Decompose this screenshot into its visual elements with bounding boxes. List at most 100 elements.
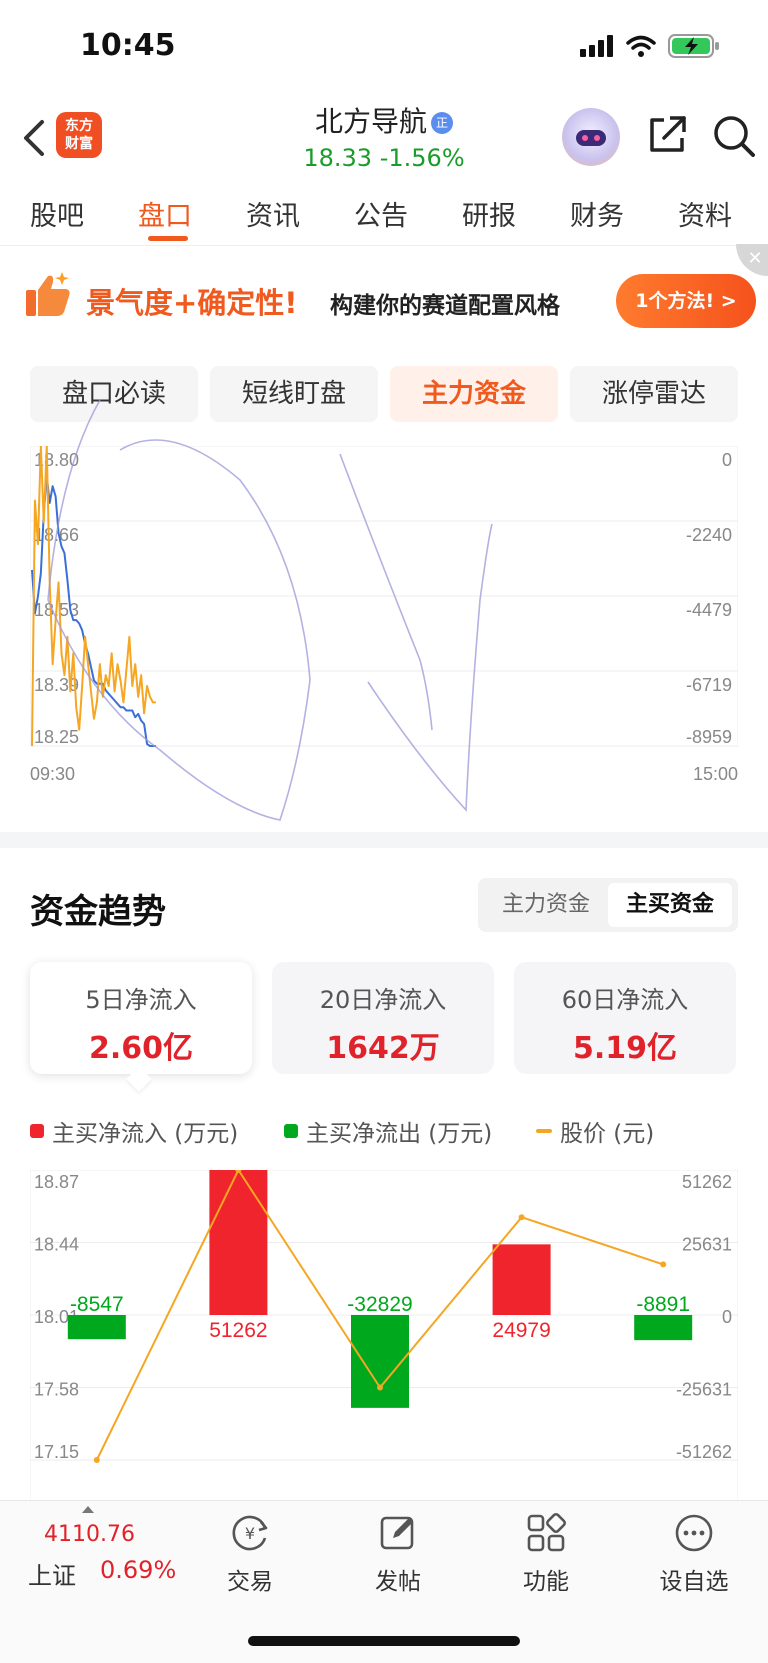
outflow-bar (67, 1315, 126, 1340)
y-right-tick-label: 0 (722, 1307, 732, 1327)
y-right-tick-label: -6719 (686, 675, 732, 695)
tab-news[interactable]: 资讯 (246, 194, 300, 233)
chart-legend: 主买净流入 (万元) 主买净流出 (万元) 股价 (元) (30, 1114, 738, 1148)
x-tick-label: 09:30 (30, 764, 75, 784)
svg-text:¥: ¥ (245, 1524, 255, 1543)
y-left-tick-label: 18.66 (34, 525, 79, 545)
index-name[interactable]: 上证 (28, 1556, 76, 1591)
verified-badge-icon: 正 (431, 112, 453, 134)
bottom-post-label: 发帖 (375, 1569, 421, 1595)
y-left-tick-label: 18.87 (34, 1172, 79, 1192)
status-bar: 10:45 (0, 0, 768, 100)
intraday-fund-flow-chart[interactable]: 18.80 018.66 -224018.53 -447918.39 -671918.2… (30, 446, 738, 806)
tab-announcements[interactable]: 公告 (354, 194, 408, 233)
fund-trend-title: 资金趋势 (30, 892, 166, 932)
bottom-function-label: 功能 (523, 1569, 569, 1595)
stock-change: -1.56% (379, 144, 465, 172)
battery-charging-icon (668, 34, 719, 58)
chevron-up-icon[interactable] (82, 1506, 94, 1513)
stock-price: 18.33 (303, 144, 373, 172)
index-change[interactable]: 0.69% (100, 1556, 176, 1584)
legend-outflow: 主买净流出 (万元) (284, 1114, 492, 1148)
y-left-tick-label: 18.44 (34, 1235, 79, 1255)
bottom-trade-label: 交易 (227, 1569, 273, 1595)
stock-tabs: 股吧 盘口 资讯 公告 研报 财务 资料 (0, 180, 768, 246)
card-label: 20日净流入 (319, 986, 447, 1014)
index-value[interactable]: 4110.76 (44, 1522, 135, 1547)
card-value: 5.19亿 (572, 1031, 678, 1066)
seg-short-term[interactable]: 短线盯盘 (210, 366, 378, 422)
robot-icon (576, 130, 606, 146)
fund-type-toggle: 主力资金 主买资金 (478, 878, 738, 932)
y-left-tick-label: 17.15 (34, 1442, 79, 1462)
signal-icon (580, 35, 613, 57)
seg-limit-up-radar[interactable]: 涨停雷达 (570, 366, 738, 422)
bottom-watchlist-label: 设自选 (659, 1569, 729, 1595)
bar-value-label: 51262 (209, 1319, 267, 1342)
more-circle-icon (675, 1514, 713, 1552)
x-tick-label: 15:00 (693, 764, 738, 784)
tab-research[interactable]: 研报 (462, 194, 516, 233)
y-right-tick-label: -51262 (676, 1442, 732, 1462)
bottom-function-button[interactable]: 功能 (496, 1512, 596, 1596)
banner-title: 景气度+确定性! (86, 286, 298, 320)
legend-price: 股价 (元) (536, 1114, 654, 1148)
fund-trend-chart[interactable]: 18.87 5126218.44 2563118.01 017.58 -2563117.… (30, 1170, 738, 1500)
card-5day[interactable]: 5日净流入 2.60亿 (30, 962, 252, 1074)
price-point (660, 1261, 667, 1268)
tab-profile[interactable]: 资料 (678, 194, 732, 233)
y-right-tick-label: 0 (722, 450, 732, 470)
card-value: 2.60亿 (88, 1031, 194, 1066)
tab-pankou[interactable]: 盘口 (138, 194, 192, 233)
inflow-bar (209, 1170, 268, 1315)
wifi-icon (626, 35, 656, 57)
card-label: 5日净流入 (85, 986, 197, 1014)
status-icons (580, 34, 720, 58)
y-right-tick-label: -4479 (686, 600, 732, 620)
y-right-tick-label: 25631 (682, 1235, 732, 1255)
banner-cta-button[interactable]: 1个方法! > (616, 274, 756, 328)
toggle-main-buy-funds[interactable]: 主买资金 (608, 883, 732, 927)
bar-value-label: -32829 (347, 1293, 412, 1316)
y-right-tick-label: -25631 (676, 1380, 732, 1400)
home-indicator (248, 1636, 520, 1646)
bar-value-label: -8547 (70, 1293, 124, 1316)
status-time: 10:45 (80, 28, 176, 63)
active-tab-indicator (148, 236, 188, 241)
section-divider (0, 832, 768, 848)
card-20day[interactable]: 20日净流入 1642万 (272, 962, 494, 1074)
seg-must-read[interactable]: 盘口必读 (30, 366, 198, 422)
y-right-tick-label: -2240 (686, 525, 732, 545)
price-point (93, 1457, 100, 1463)
y-right-tick-label: -8959 (686, 727, 732, 747)
bottom-watchlist-button[interactable]: 设自选 (644, 1512, 744, 1596)
card-60day[interactable]: 60日净流入 5.19亿 (514, 962, 736, 1074)
tab-guba[interactable]: 股吧 (30, 194, 84, 233)
legend-inflow: 主买净流入 (万元) (30, 1114, 238, 1148)
outflow-bar (351, 1315, 409, 1408)
edit-icon (380, 1516, 414, 1550)
price-point (518, 1214, 525, 1221)
tab-finance[interactable]: 财务 (570, 194, 624, 233)
card-value: 1642万 (326, 1031, 440, 1066)
y-right-tick-label: 51262 (682, 1172, 732, 1192)
grid-icon (527, 1513, 566, 1552)
bottom-post-button[interactable]: 发帖 (348, 1512, 448, 1596)
banner-subtitle: 构建你的赛道配置风格 (330, 293, 560, 319)
yuan-refresh-icon: ¥ (232, 1515, 268, 1551)
seg-main-funds[interactable]: 主力资金 (390, 366, 558, 422)
bar-value-label: 24979 (492, 1319, 550, 1342)
price-point (377, 1384, 383, 1391)
share-icon[interactable] (646, 114, 688, 156)
inflow-bar (492, 1244, 551, 1315)
card-label: 60日净流入 (561, 986, 689, 1014)
toggle-main-funds[interactable]: 主力资金 (484, 883, 608, 927)
search-icon[interactable] (712, 114, 756, 158)
assistant-avatar[interactable] (562, 108, 620, 166)
bar-value-label: -8891 (636, 1293, 690, 1316)
thumbs-up-icon (26, 272, 70, 316)
bottom-trade-button[interactable]: ¥ 交易 (200, 1512, 300, 1596)
outflow-bar (634, 1315, 693, 1341)
stock-name: 北方导航 (314, 105, 427, 138)
y-left-tick-label: 17.58 (34, 1380, 79, 1400)
